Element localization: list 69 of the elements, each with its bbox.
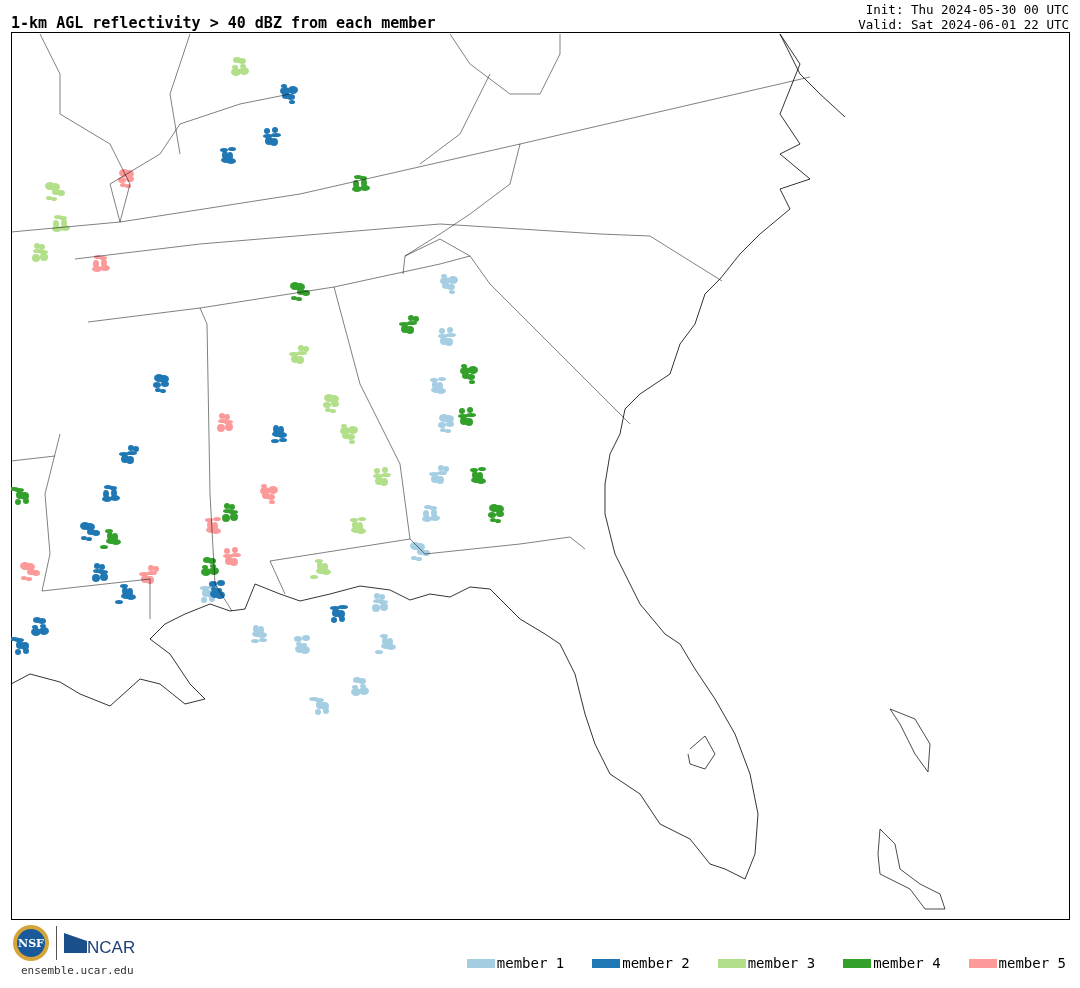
reflectivity-patch bbox=[20, 562, 40, 581]
reflectivity-patch bbox=[92, 255, 110, 272]
reflectivity-patch bbox=[399, 315, 419, 334]
reflectivity-patch bbox=[373, 467, 391, 486]
reflectivity-patch bbox=[271, 425, 287, 443]
reflectivity-patch bbox=[205, 517, 221, 534]
reflectivity-patch bbox=[32, 243, 48, 262]
reflectivity-patch bbox=[119, 445, 139, 464]
reflectivity-patch bbox=[80, 522, 100, 541]
valid-time: Valid: Sat 2024-06-01 22 UTC bbox=[858, 17, 1069, 32]
reflectivity-patch bbox=[153, 374, 169, 393]
reflectivity-patch bbox=[438, 327, 456, 346]
legend-label: member 2 bbox=[622, 955, 690, 971]
reflectivity-patch bbox=[458, 407, 476, 426]
reflectivity-patch bbox=[290, 282, 310, 301]
reflectivity-patch bbox=[260, 484, 278, 504]
island-outline bbox=[889, 708, 931, 773]
reflectivity-patch bbox=[330, 605, 348, 623]
lake-outline bbox=[687, 735, 716, 770]
reflectivity-patch bbox=[209, 580, 225, 599]
reflectivity-patch bbox=[440, 274, 458, 294]
reflectivity-patch bbox=[350, 517, 366, 534]
reflectivity-patch bbox=[263, 127, 281, 146]
reflectivity-patch bbox=[410, 542, 430, 561]
reflectivity-patch bbox=[340, 424, 358, 444]
reflectivity-patch bbox=[220, 147, 236, 164]
reflectivity-patch bbox=[31, 617, 49, 636]
reflectivity-patch bbox=[323, 394, 339, 413]
reflectivity-patch bbox=[460, 364, 478, 384]
reflectivity-patch bbox=[289, 345, 309, 364]
chart-title: 1-km AGL reflectivity > 40 dBZ from each member bbox=[11, 14, 436, 32]
reflectivity-patch bbox=[100, 529, 121, 549]
reflectivity-patch bbox=[102, 485, 120, 502]
reflectivity-patch bbox=[201, 557, 219, 576]
reflectivity-patch bbox=[222, 503, 238, 522]
legend-label: member 4 bbox=[873, 955, 941, 971]
reflectivity-patch bbox=[429, 465, 449, 484]
reflectivity-patch bbox=[488, 504, 504, 523]
legend-label: member 3 bbox=[747, 955, 816, 971]
reflectivity-patch bbox=[52, 215, 70, 232]
reflectivity-patch bbox=[309, 697, 329, 715]
reflectivity-patch bbox=[470, 467, 486, 484]
reflectivity-patch bbox=[310, 559, 331, 579]
reflectivity-patch bbox=[139, 565, 159, 584]
reflectivity-patch bbox=[430, 377, 446, 394]
reflectivity-patch bbox=[217, 413, 233, 432]
nsf-logo: NSF bbox=[12, 924, 50, 962]
reflectivity-patch bbox=[115, 584, 136, 604]
reflectivity-patch bbox=[92, 563, 108, 582]
site-url: ensemble.ucar.edu bbox=[21, 964, 135, 977]
reflectivity-patch bbox=[251, 625, 267, 643]
reflectivity-patch bbox=[11, 487, 29, 505]
ncar-logo: NCAR bbox=[63, 931, 139, 955]
reflectivity-patch bbox=[351, 677, 369, 696]
reflectivity-patch bbox=[372, 593, 388, 612]
reflectivity-patch bbox=[352, 175, 370, 192]
init-time: Init: Thu 2024-05-30 00 UTC bbox=[865, 2, 1069, 17]
reflectivity-patch bbox=[280, 84, 298, 104]
reflectivity-patch bbox=[375, 634, 396, 654]
reflectivity-patch bbox=[118, 169, 134, 188]
reflectivity-patch bbox=[223, 547, 241, 566]
reflectivity-patch bbox=[45, 182, 65, 201]
reflectivity-patch bbox=[231, 57, 249, 76]
legend-label: member 1 bbox=[496, 955, 565, 971]
legend-label: member 5 bbox=[998, 955, 1066, 971]
reflectivity-patch bbox=[294, 635, 310, 654]
reflectivity-patch bbox=[11, 637, 29, 655]
reflectivity-patch bbox=[438, 414, 454, 433]
reflectivity-patch bbox=[422, 505, 440, 522]
